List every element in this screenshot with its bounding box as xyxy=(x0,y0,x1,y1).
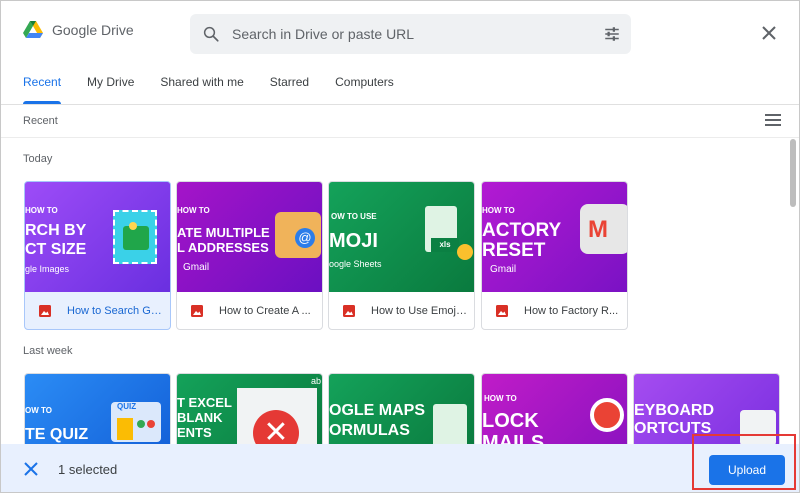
file-card[interactable]: HOW TO RCH BY CT SIZE gle Images How to … xyxy=(24,181,171,330)
image-file-icon xyxy=(343,304,355,317)
selection-bar: 1 selected xyxy=(1,444,799,492)
file-name: How to Search Go... xyxy=(67,304,163,317)
thumb-text: ENTS xyxy=(177,425,212,440)
tab-shared-with-me[interactable]: Shared with me xyxy=(160,75,243,104)
thumb-text: TE QUIZ xyxy=(25,426,89,443)
thumb-text: RCH BY xyxy=(25,222,87,239)
image-file-icon xyxy=(39,304,51,317)
thumb-text: gle Images xyxy=(25,264,70,274)
thumb-text: L ADDRESSES xyxy=(177,240,269,255)
thumb-text: LOCK xyxy=(482,410,539,432)
thumb-text: RESET xyxy=(482,240,546,261)
file-name-row: How to Factory R... xyxy=(482,292,627,329)
search-bar[interactable] xyxy=(190,14,631,54)
drive-picker-dialog: Google Drive Recent My Drive Shared with… xyxy=(0,0,800,493)
thumb-text: OW TO xyxy=(25,406,52,415)
app-title: Google Drive xyxy=(52,22,134,38)
close-dialog-icon[interactable] xyxy=(760,24,778,42)
view-heading: Recent xyxy=(23,115,58,127)
search-options-icon[interactable] xyxy=(603,25,621,43)
thumb-text: Gmail xyxy=(183,262,210,273)
tab-bar: Recent My Drive Shared with me Starred C… xyxy=(23,75,420,104)
list-view-icon[interactable] xyxy=(765,113,781,127)
scrollbar-thumb[interactable] xyxy=(790,139,796,207)
file-card[interactable]: EYBOARD ORTCUTS xyxy=(633,373,780,453)
selection-count: 1 selected xyxy=(58,462,118,477)
thumb-text: OW TO USE xyxy=(331,212,377,221)
file-thumbnail: EYBOARD ORTCUTS xyxy=(634,374,779,452)
thumb-text: ab xyxy=(311,376,322,386)
file-card[interactable]: QUIZ OW TO TE QUIZ xyxy=(24,373,171,453)
file-card[interactable]: HOW TO LOCK MAILS xyxy=(481,373,628,453)
file-thumbnail: QUIZ OW TO TE QUIZ xyxy=(25,374,170,452)
file-name-row: How to Use Emoji... xyxy=(329,292,474,329)
section-last-week-label: Last week xyxy=(23,345,73,357)
tab-divider xyxy=(1,104,799,105)
section-today-label: Today xyxy=(23,153,53,165)
file-card[interactable]: OGLE MAPS ORMULAS xyxy=(328,373,475,453)
tab-starred[interactable]: Starred xyxy=(270,75,309,104)
file-thumbnail: HOW TO LOCK MAILS xyxy=(482,374,627,452)
file-thumbnail: xls OW TO USE MOJI oogle Sheets xyxy=(329,182,474,292)
file-card[interactable]: xls OW TO USE MOJI oogle Sheets How to U… xyxy=(328,181,475,330)
file-name: How to Create A ... xyxy=(219,304,311,317)
drive-icon xyxy=(23,21,43,38)
clear-selection-icon[interactable] xyxy=(23,461,39,477)
thumb-text: ACTORY xyxy=(482,220,562,241)
thumb-text: HOW TO xyxy=(177,206,210,215)
file-card[interactable]: ✕ ab T EXCEL BLANK ENTS xyxy=(176,373,323,453)
tab-computers[interactable]: Computers xyxy=(335,75,394,104)
file-name-row: How to Search Go... xyxy=(25,292,170,329)
thumb-text: ORMULAS xyxy=(329,422,410,439)
file-thumbnail: ✕ ab T EXCEL BLANK ENTS xyxy=(177,374,322,452)
thumb-text: Gmail xyxy=(490,264,517,275)
thumb-text: HOW TO xyxy=(484,394,517,403)
upload-button[interactable]: Upload xyxy=(709,455,785,485)
file-thumbnail: M HOW TO ACTORY RESET Gmail xyxy=(482,182,627,292)
file-thumbnail: @ HOW TO ATE MULTIPLE L ADDRESSES Gmail xyxy=(177,182,322,292)
thumb-text: CT SIZE xyxy=(25,241,87,258)
tab-my-drive[interactable]: My Drive xyxy=(87,75,134,104)
thumb-text: ORTCUTS xyxy=(634,420,712,437)
thumb-text: oogle Sheets xyxy=(329,259,382,269)
file-name: How to Factory R... xyxy=(524,304,619,317)
heading-divider xyxy=(1,137,799,138)
image-file-icon xyxy=(496,304,508,317)
thumb-text: HOW TO xyxy=(25,206,58,215)
thumb-text: OGLE MAPS xyxy=(329,402,426,419)
file-thumbnail: OGLE MAPS ORMULAS xyxy=(329,374,474,452)
thumb-text: QUIZ xyxy=(117,402,137,411)
file-card[interactable]: @ HOW TO ATE MULTIPLE L ADDRESSES Gmail … xyxy=(176,181,323,330)
file-card[interactable]: M HOW TO ACTORY RESET Gmail How to Facto… xyxy=(481,181,628,330)
thumb-text: EYBOARD xyxy=(634,402,715,419)
file-name-row: How to Create A ... xyxy=(177,292,322,329)
search-input[interactable] xyxy=(232,23,592,45)
file-thumbnail: HOW TO RCH BY CT SIZE gle Images xyxy=(25,182,170,292)
google-drive-logo: Google Drive xyxy=(23,21,134,39)
tab-recent[interactable]: Recent xyxy=(23,75,62,104)
thumb-text: HOW TO xyxy=(482,206,515,215)
file-name: How to Use Emoji... xyxy=(371,304,467,317)
thumb-text: MOJI xyxy=(329,230,378,252)
image-file-icon xyxy=(191,304,203,317)
search-icon[interactable] xyxy=(202,25,220,43)
thumb-text: xls xyxy=(431,238,459,252)
